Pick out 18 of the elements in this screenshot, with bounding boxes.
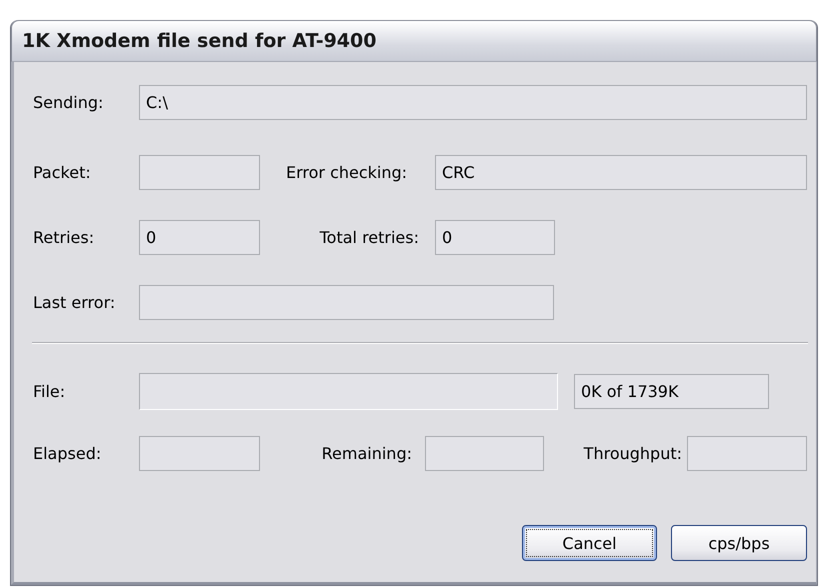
cancel-button[interactable]: Cancel [522, 525, 657, 561]
throughput-label: Throughput: [582, 444, 683, 462]
error-checking-field: CRC [435, 155, 807, 190]
sending-label: Sending: [33, 93, 104, 112]
retries-field: 0 [139, 220, 260, 255]
sending-field: C:\ [139, 85, 807, 120]
total-retries-label: Total retries: [318, 228, 420, 247]
rate-button[interactable]: cps/bps [671, 525, 807, 561]
window-title: 1K Xmodem file send for AT-9400 [22, 30, 376, 52]
packet-label: Packet: [33, 163, 92, 182]
last-error-label: Last error: [33, 293, 116, 312]
retries-label: Retries: [33, 228, 96, 247]
file-size-field: 0K of 1739K [574, 374, 769, 409]
elapsed-label: Elapsed: [33, 444, 102, 462]
total-retries-field: 0 [435, 220, 555, 255]
error-checking-label: Error checking: [286, 163, 408, 182]
remaining-label: Remaining: [320, 444, 413, 462]
file-label: File: [33, 382, 66, 401]
